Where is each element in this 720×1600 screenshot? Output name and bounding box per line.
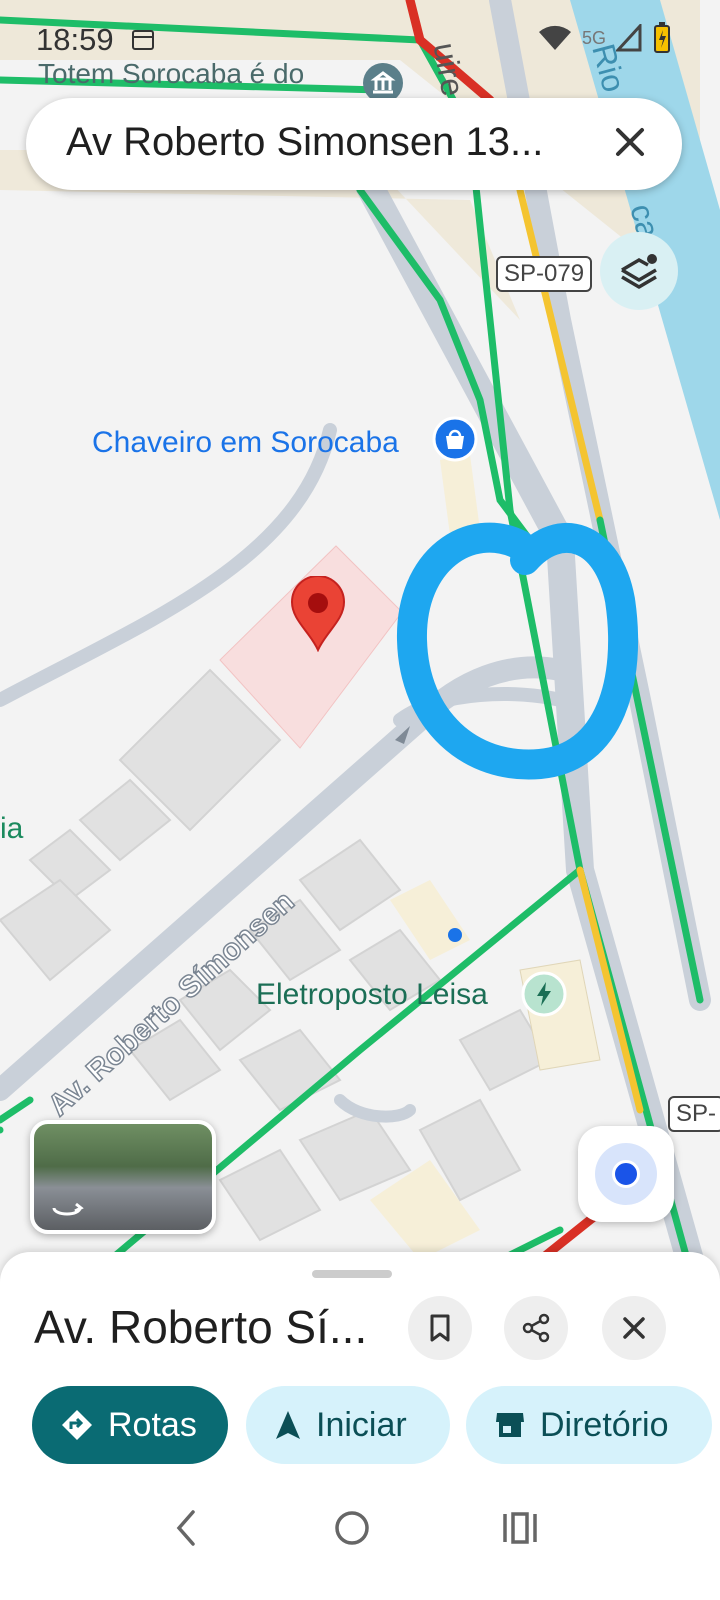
wifi-icon <box>538 25 571 50</box>
share-icon <box>522 1313 550 1343</box>
layers-icon <box>621 254 657 289</box>
road-shield-sp079: SP-079 <box>496 256 593 292</box>
place-title: Av. Roberto Sí... <box>34 1301 368 1353</box>
layers-button[interactable] <box>600 232 678 310</box>
directory-button[interactable]: Diretório <box>466 1386 712 1464</box>
start-label: Iniciar <box>316 1405 407 1444</box>
location-pin-icon[interactable] <box>290 576 346 652</box>
start-button[interactable]: Iniciar <box>246 1386 450 1464</box>
share-button[interactable] <box>504 1296 568 1360</box>
battery-icon <box>654 22 670 53</box>
status-time: 18:59 <box>36 22 114 57</box>
rotate-360-icon <box>52 1202 84 1216</box>
ev-charging-icon[interactable] <box>520 970 568 1018</box>
close-icon[interactable] <box>608 120 652 164</box>
street-view-thumbnail[interactable] <box>30 1120 216 1234</box>
search-bar[interactable]: Av Roberto Simonsen 13... <box>26 98 682 190</box>
search-query[interactable]: Av Roberto Simonsen 13... <box>66 120 543 165</box>
save-button[interactable] <box>408 1296 472 1360</box>
home-icon <box>335 1511 369 1545</box>
back-icon <box>176 1510 195 1546</box>
calendar-icon <box>132 30 154 50</box>
poi-label-partial: ia <box>0 812 24 845</box>
poi-label-eletroposto[interactable]: Eletroposto Leisa <box>256 978 488 1012</box>
routes-button[interactable]: Rotas <box>32 1386 228 1464</box>
bookmark-icon <box>430 1314 450 1342</box>
system-nav-bar <box>0 1478 720 1600</box>
road-shield-sp: SP- <box>668 1096 720 1132</box>
storefront-icon <box>496 1413 524 1437</box>
sheet-drag-handle[interactable] <box>312 1270 392 1278</box>
directions-icon <box>62 1410 92 1440</box>
recents-icon <box>503 1512 537 1544</box>
nav-back-button[interactable] <box>156 1498 216 1558</box>
navigation-arrow-icon <box>276 1411 300 1439</box>
nav-home-button[interactable] <box>322 1498 382 1558</box>
user-dot <box>448 928 462 942</box>
poi-label-totem[interactable]: Totem Sorocaba é do <box>38 58 304 90</box>
my-location-icon <box>595 1143 657 1205</box>
my-location-button[interactable] <box>578 1126 674 1222</box>
nav-recents-button[interactable] <box>490 1498 550 1558</box>
close-sheet-button[interactable] <box>602 1296 666 1360</box>
close-icon <box>623 1317 645 1339</box>
shopping-bag-icon[interactable] <box>432 416 478 466</box>
poi-label-chaveiro[interactable]: Chaveiro em Sorocaba <box>92 426 399 460</box>
routes-label: Rotas <box>108 1405 197 1444</box>
directory-label: Diretório <box>540 1405 669 1444</box>
